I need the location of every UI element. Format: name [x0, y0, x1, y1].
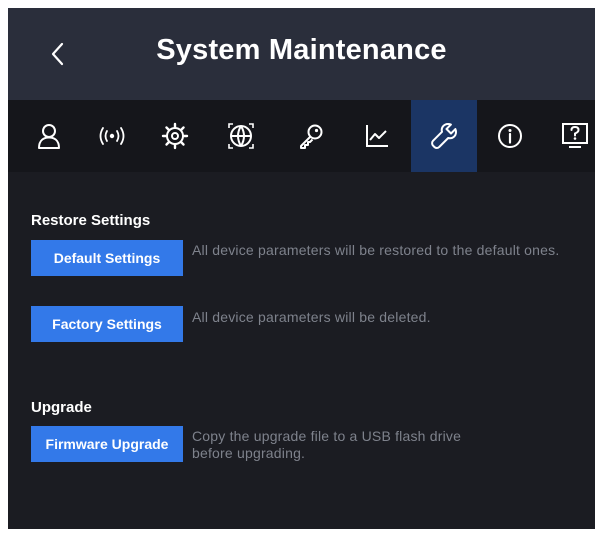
upgrade-heading: Upgrade [31, 399, 92, 416]
tab-bar [8, 100, 595, 172]
key-icon [300, 124, 323, 149]
default-settings-button[interactable]: Default Settings [31, 240, 183, 276]
app-window: System Maintenance Restore Settings Defa… [8, 8, 595, 529]
wireless-icon [99, 127, 125, 145]
tab-system-maintenance[interactable] [411, 100, 477, 172]
tab-wireless[interactable] [79, 100, 145, 172]
default-settings-description: All device parameters will be restored t… [192, 242, 560, 258]
user-icon [38, 124, 60, 149]
tab-user[interactable] [16, 100, 82, 172]
page-title: System Maintenance [156, 34, 447, 66]
content-area: Restore Settings Default Settings All de… [8, 172, 595, 529]
firmware-upgrade-button[interactable]: Firmware Upgrade [31, 426, 183, 462]
line-chart-icon [366, 125, 388, 147]
header-bar: System Maintenance [8, 8, 595, 100]
tab-device-info[interactable] [477, 100, 543, 172]
firmware-upgrade-description: Copy the upgrade file to a USB flash dri… [192, 428, 462, 461]
tab-network[interactable] [208, 100, 274, 172]
tab-settings[interactable] [142, 100, 208, 172]
network-globe-icon [228, 123, 254, 149]
tab-security[interactable] [278, 100, 344, 172]
wrench-icon [431, 123, 457, 149]
help-screen-icon [562, 123, 588, 148]
tab-help[interactable] [542, 100, 595, 172]
info-icon [498, 124, 522, 148]
gear-icon [161, 122, 189, 150]
restore-settings-heading: Restore Settings [31, 212, 151, 229]
factory-settings-button[interactable]: Factory Settings [31, 306, 183, 342]
tab-statistics[interactable] [344, 100, 410, 172]
factory-settings-description: All device parameters will be deleted. [192, 309, 431, 325]
